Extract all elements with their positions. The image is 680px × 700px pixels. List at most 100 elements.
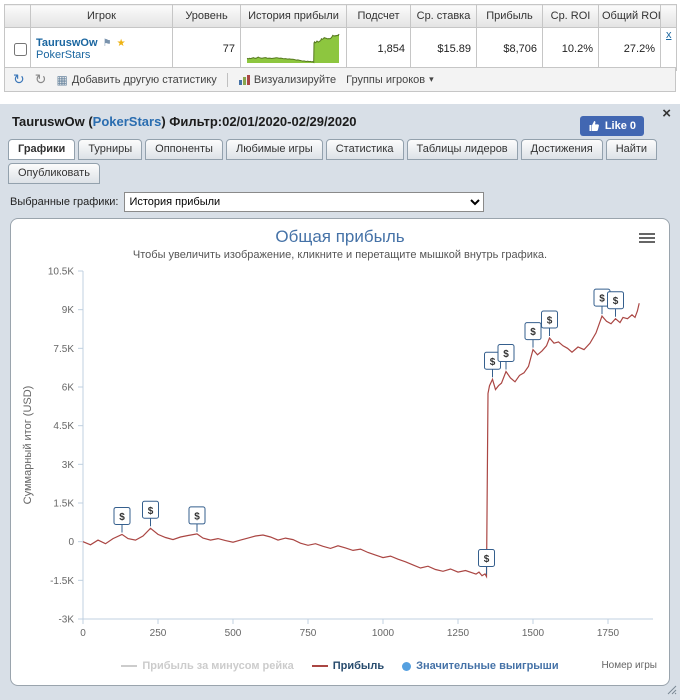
flag-dollar-label: $ xyxy=(547,316,553,327)
tabs-row-1: Графики Турниры Оппоненты Любимые игры Стати… xyxy=(8,139,680,160)
x-tick-label: 500 xyxy=(225,628,242,639)
y-tick-label: -1.5K xyxy=(50,576,74,587)
y-tick-label: 9K xyxy=(62,305,75,316)
toolbar-divider xyxy=(226,72,228,87)
star-icon[interactable]: ★ xyxy=(117,38,126,49)
x-axis-title: Номер игры xyxy=(601,660,657,671)
add-statistic-label: Добавить другую статистику xyxy=(71,73,217,86)
refresh-all-icon[interactable]: ↻ xyxy=(35,71,47,88)
chart-subtitle: Чтобы увеличить изображение, кликните и … xyxy=(132,249,548,261)
y-tick-label: 7.5K xyxy=(53,344,74,355)
site-link[interactable]: PokerStars xyxy=(36,49,90,61)
player-name-link[interactable]: TauruswOw xyxy=(36,37,98,49)
panel-site-link[interactable]: PokerStars xyxy=(93,114,162,129)
y-tick-label: 3K xyxy=(62,460,75,471)
flag-dollar-label: $ xyxy=(613,296,619,307)
y-tick-label: 10.5K xyxy=(48,267,74,278)
tab-publish[interactable]: Опубликовать xyxy=(8,163,100,184)
visualize-button[interactable]: Визуализируйте xyxy=(238,74,336,86)
column-header-select[interactable] xyxy=(4,4,31,28)
grid-icon: ▦ xyxy=(56,72,68,87)
panel-player-name: TauruswOw ( xyxy=(12,114,93,129)
tab-favorite-games[interactable]: Любимые игры xyxy=(225,139,323,160)
x-tick-label: 750 xyxy=(300,628,317,639)
y-axis-title: Суммарный итог (USD) xyxy=(22,386,34,505)
tab-find[interactable]: Найти xyxy=(605,139,658,160)
player-stats-table: Игрок Уровень История прибыли Подсчет Ср. ст… xyxy=(4,4,677,71)
column-header-avg-roi[interactable]: Ср. ROI xyxy=(542,4,599,28)
chevron-down-icon: ▾ xyxy=(429,74,434,84)
player-panel: TauruswOw (PokerStars) Фильтр:02/01/2020… xyxy=(0,104,680,700)
tabs-row-2: Опубликовать xyxy=(8,163,680,184)
thumbs-up-icon xyxy=(589,121,599,131)
chart-container: Общая прибыль Чтобы увеличить изображени… xyxy=(10,218,670,686)
avg-stake-cell: $15.89 xyxy=(410,27,477,71)
column-header-player[interactable]: Игрок xyxy=(30,4,173,28)
tab-leaderboards[interactable]: Таблицы лидеров xyxy=(406,139,518,160)
column-header-profit[interactable]: Прибыль xyxy=(476,4,543,28)
profit-cell: $8,706 xyxy=(476,27,543,71)
y-tick-label: 1.5K xyxy=(53,499,74,510)
tab-achievements[interactable]: Достижения xyxy=(520,139,603,160)
player-groups-button[interactable]: Группы игроков ▾ xyxy=(346,74,434,86)
x-tick-label: 1000 xyxy=(372,628,395,639)
flag-dollar-label: $ xyxy=(490,357,496,368)
level-cell: 77 xyxy=(172,27,241,71)
y-tick-label: 0 xyxy=(68,537,74,548)
x-tick-label: 1500 xyxy=(522,628,545,639)
y-tick-label: 6K xyxy=(62,383,75,394)
avg-roi-cell: 10.2% xyxy=(542,27,599,71)
chart-type-select[interactable]: История прибыли xyxy=(124,192,485,212)
resize-grip[interactable] xyxy=(666,684,677,698)
add-statistic-button[interactable]: ▦ Добавить другую статистику xyxy=(56,73,216,87)
facebook-like-button[interactable]: Like 0 xyxy=(579,116,644,136)
column-header-close[interactable] xyxy=(660,4,677,28)
visualize-label: Визуализируйте xyxy=(253,73,337,86)
page: Игрок Уровень История прибыли Подсчет Ср. ст… xyxy=(0,0,680,700)
remove-row-link[interactable]: x xyxy=(666,29,672,41)
pin-flag-icon[interactable]: ⚑ xyxy=(103,38,112,49)
flag-dollar-label: $ xyxy=(530,327,536,338)
legend-item[interactable]: Прибыль xyxy=(311,660,384,672)
chart-title: Общая прибыль xyxy=(275,227,405,246)
column-header-avg-stake[interactable]: Ср. ставка xyxy=(410,4,477,28)
close-icon[interactable]: × xyxy=(662,105,671,122)
profit-history-sparkline[interactable] xyxy=(246,32,340,64)
column-header-profit-history[interactable]: История прибыли xyxy=(240,4,347,28)
tab-charts[interactable]: Графики xyxy=(8,139,76,160)
player-select-checkbox[interactable] xyxy=(14,42,27,56)
column-header-total-roi[interactable]: Общий ROI xyxy=(598,4,661,28)
count-cell: 1,854 xyxy=(346,27,411,71)
table-row: TauruswOw ⚑ ★ PokerStars 77 1,854 $15.89… xyxy=(4,27,677,71)
chart-legend: Прибыль за минусом рейка Прибыль Значитель… xyxy=(11,655,669,677)
legend-item[interactable]: Значительные выигрыши xyxy=(402,660,559,672)
tab-statistics[interactable]: Статистика xyxy=(325,139,404,160)
flag-dollar-label: $ xyxy=(599,294,605,305)
panel-filter-text: ) Фильтр:02/01/2020-02/29/2020 xyxy=(161,114,357,129)
flag-dollar-label: $ xyxy=(119,512,125,523)
hamburger-menu-icon[interactable] xyxy=(639,231,655,245)
column-header-count[interactable]: Подсчет xyxy=(346,4,411,28)
selected-charts-label: Выбранные графики: xyxy=(10,196,119,208)
toolbar: ↻ ↻ ▦ Добавить другую статистику Визуали… xyxy=(4,67,676,92)
like-count-label: Like 0 xyxy=(604,120,636,132)
player-groups-label: Группы игроков xyxy=(346,73,426,86)
y-tick-label: 4.5K xyxy=(53,421,74,432)
tab-opponents[interactable]: Оппоненты xyxy=(145,139,223,160)
flag-dollar-label: $ xyxy=(194,511,200,522)
legend-line-swatch xyxy=(311,665,328,667)
legend-circle-swatch xyxy=(402,661,412,671)
legend-line-swatch xyxy=(121,665,138,667)
profit-line xyxy=(82,303,640,579)
column-header-level[interactable]: Уровень xyxy=(172,4,241,28)
tab-tournaments[interactable]: Турниры xyxy=(78,139,143,160)
bar-chart-icon xyxy=(238,74,250,85)
x-tick-label: 1750 xyxy=(597,628,620,639)
flag-dollar-label: $ xyxy=(148,506,154,517)
flag-dollar-label: $ xyxy=(503,349,509,360)
legend-item[interactable]: Прибыль за минусом рейка xyxy=(121,660,294,672)
flag-dollar-label: $ xyxy=(484,554,490,565)
refresh-icon[interactable]: ↻ xyxy=(13,71,25,88)
profit-chart[interactable]: -3K -1.5K 0 1.5K 3K 4.5K 6K 7.5K 9K 10.5K 0 250 500 7… xyxy=(15,263,665,655)
x-tick-label: 0 xyxy=(80,628,86,639)
